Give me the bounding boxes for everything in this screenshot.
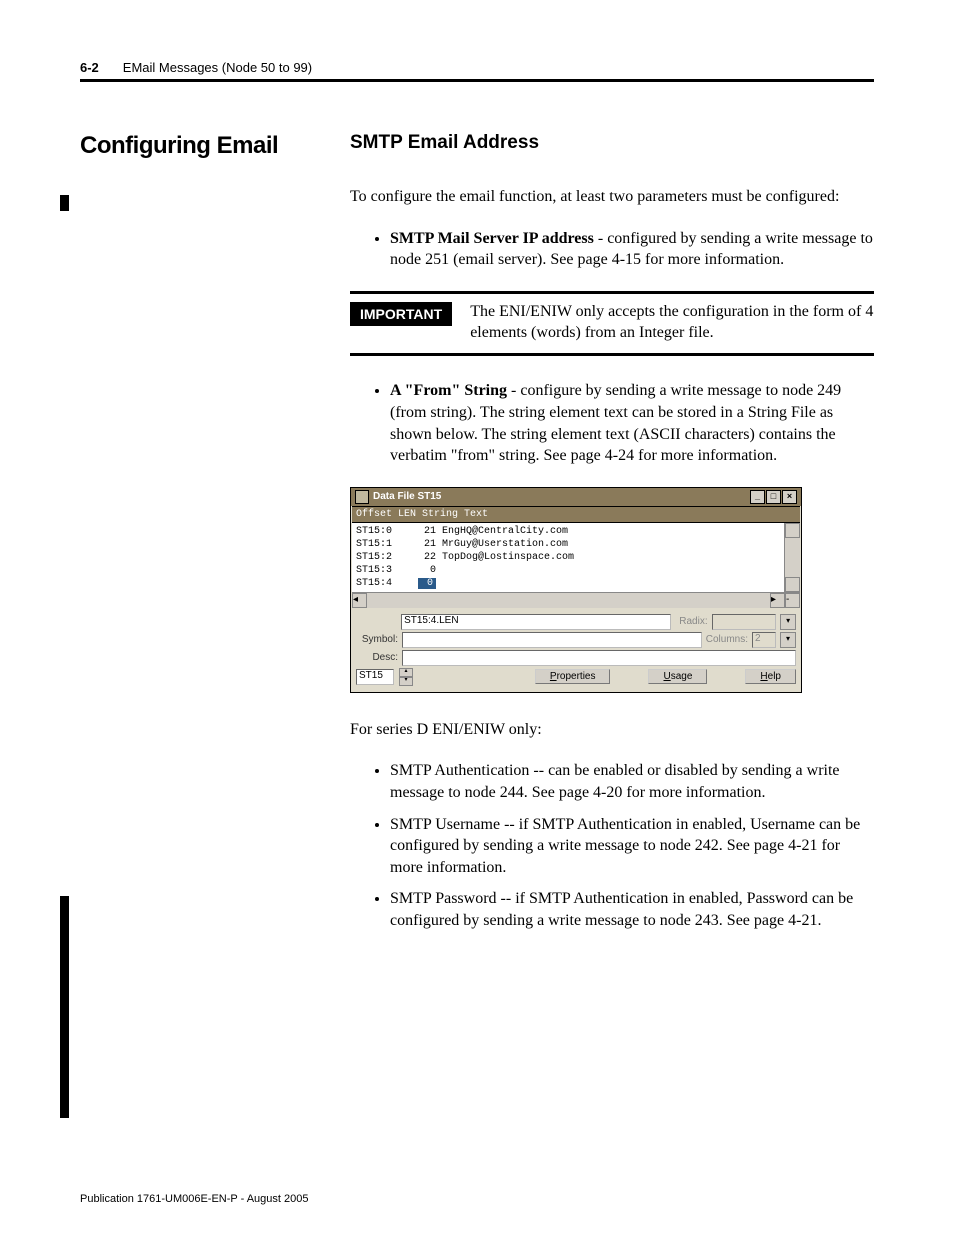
vertical-scrollbar[interactable] — [784, 523, 800, 592]
cell-len-selected[interactable]: 0 — [404, 578, 442, 589]
chevron-down-icon: ▾ — [780, 614, 796, 630]
bullet-smtp-password: SMTP Password -- if SMTP Authentication … — [390, 888, 874, 931]
properties-button[interactable]: Properties — [535, 669, 611, 684]
table-row: ST15:4 0 — [356, 577, 780, 590]
table-row: ST15:2 22 TopDog@Lostinspace.com — [356, 551, 780, 564]
usage-button[interactable]: Usage — [648, 669, 707, 684]
change-bar-icon — [60, 896, 69, 1118]
horizontal-scrollbar[interactable]: ◂ ▸ - — [352, 592, 800, 608]
maximize-icon[interactable]: □ — [766, 490, 781, 504]
cell-text — [442, 565, 780, 576]
columns-label: Columns: — [706, 634, 748, 645]
intro-paragraph: To configure the email function, at leas… — [350, 186, 874, 208]
cell-offset: ST15:2 — [356, 552, 404, 563]
minimize-icon[interactable]: _ — [750, 490, 765, 504]
window-icon — [355, 490, 369, 504]
file-field[interactable]: ST15 — [356, 669, 394, 685]
important-label: IMPORTANT — [350, 302, 452, 326]
radix-label: Radix: — [679, 616, 707, 627]
page-number: 6-2 — [80, 60, 99, 75]
table-row: ST15:0 21 EngHQ@CentralCity.com — [356, 525, 780, 538]
bullet-from-bold: A "From" String — [390, 382, 507, 399]
bullet-smtp-username: SMTP Username -- if SMTP Authentication … — [390, 814, 874, 879]
symbol-label: Symbol: — [356, 634, 398, 645]
close-icon[interactable]: × — [782, 490, 797, 504]
table-row: ST15:1 21 MrGuy@Userstation.com — [356, 538, 780, 551]
cell-text: MrGuy@Userstation.com — [442, 539, 780, 550]
bullet-smtp-server: SMTP Mail Server IP address - configured… — [390, 228, 874, 271]
spin-up-icon[interactable]: ▴ — [399, 668, 413, 677]
scroll-up-icon[interactable] — [785, 523, 800, 538]
header-rule — [80, 79, 874, 82]
help-button[interactable]: Help — [745, 669, 796, 684]
cell-len: 21 — [404, 539, 442, 550]
cell-len: 21 — [404, 526, 442, 537]
series-d-intro: For series D ENI/ENIW only: — [350, 719, 874, 741]
window-titlebar: Data File ST15 _ □ × — [351, 488, 801, 506]
data-rows: ST15:0 21 EngHQ@CentralCity.com ST15:1 2… — [352, 523, 784, 592]
nav-field[interactable]: ST15:4.LEN — [401, 614, 671, 630]
cell-offset: ST15:1 — [356, 539, 404, 550]
page-header-title: EMail Messages (Node 50 to 99) — [123, 60, 312, 75]
scroll-corner: - — [785, 593, 800, 608]
important-text: The ENI/ENIW only accepts the configurat… — [470, 302, 874, 344]
desc-label: Desc: — [356, 652, 398, 663]
important-callout: IMPORTANT The ENI/ENIW only accepts the … — [350, 291, 874, 357]
cell-offset: ST15:4 — [356, 578, 404, 589]
bullet-smtp-bold: SMTP Mail Server IP address — [390, 230, 594, 247]
cell-len: 0 — [404, 565, 442, 576]
publication-footer: Publication 1761-UM006E-EN-P - August 20… — [80, 1193, 309, 1205]
bullet-smtp-auth: SMTP Authentication -- can be enabled or… — [390, 760, 874, 803]
cell-offset: ST15:0 — [356, 526, 404, 537]
cell-text: EngHQ@CentralCity.com — [442, 526, 780, 537]
columns-field: 2 — [752, 632, 776, 648]
table-row: ST15:3 0 — [356, 564, 780, 577]
scroll-down-icon[interactable] — [785, 577, 800, 592]
cell-offset: ST15:3 — [356, 565, 404, 576]
section-heading: Configuring Email — [80, 132, 350, 160]
cell-text: TopDog@Lostinspace.com — [442, 552, 780, 563]
cell-text — [442, 578, 780, 589]
chevron-down-icon: ▾ — [780, 632, 796, 648]
datafile-window: Data File ST15 _ □ × Offset LEN String T… — [350, 487, 802, 693]
desc-field[interactable] — [402, 650, 796, 666]
window-title: Data File ST15 — [373, 491, 441, 502]
sub-heading: SMTP Email Address — [350, 132, 874, 154]
scroll-left-icon[interactable]: ◂ — [352, 593, 367, 608]
radix-field — [712, 614, 777, 630]
cell-len: 22 — [404, 552, 442, 563]
bullet-from-string: A "From" String - configure by sending a… — [390, 380, 874, 466]
spin-down-icon[interactable]: ▾ — [399, 677, 413, 686]
column-header: Offset LEN String Text — [352, 506, 800, 523]
scroll-right-icon[interactable]: ▸ — [770, 593, 785, 608]
change-bar-icon — [60, 195, 69, 211]
symbol-field[interactable] — [402, 632, 702, 648]
